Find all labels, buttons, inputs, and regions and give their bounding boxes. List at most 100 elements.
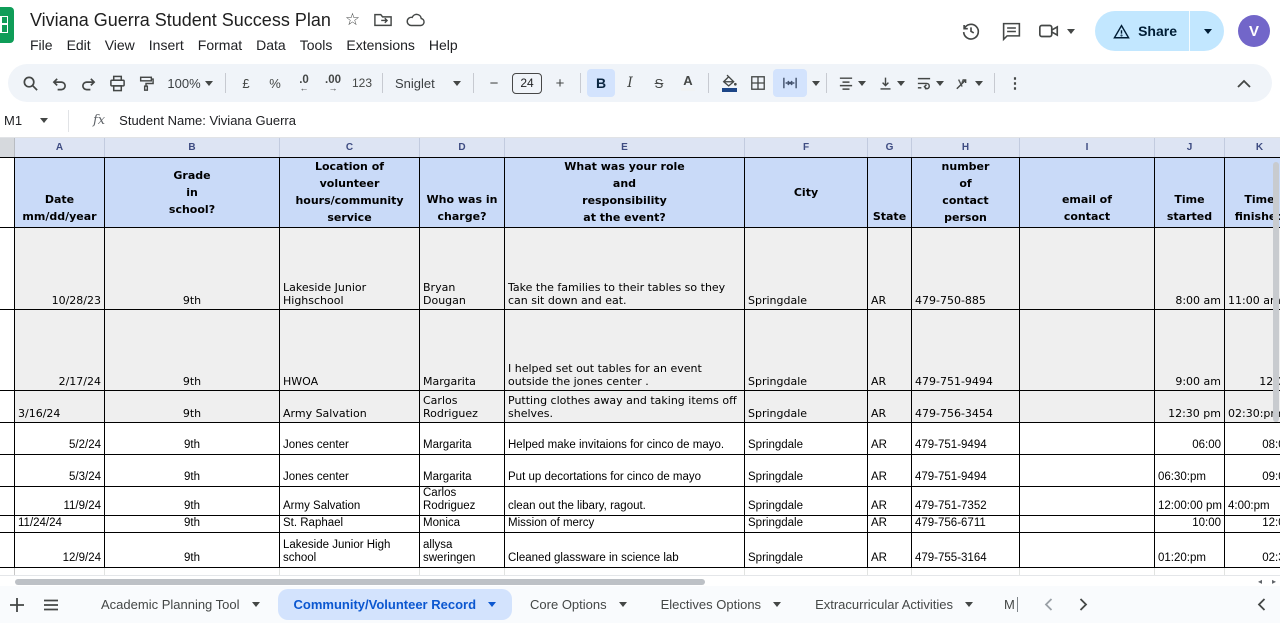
menu-tools[interactable]: Tools xyxy=(293,35,340,55)
cell-G9[interactable]: AR xyxy=(868,533,912,567)
cell-H9[interactable]: 479-755-3164 xyxy=(912,533,1020,567)
cell-C9[interactable]: Lakeside Junior High school xyxy=(280,533,420,567)
cell-I9[interactable] xyxy=(1020,533,1155,567)
sheet-tab-electives-options[interactable]: Electives Options xyxy=(645,589,797,620)
header-cell-E[interactable]: What was your role and responsibility at… xyxy=(505,158,745,227)
scroll-right-icon[interactable]: ▸ xyxy=(1272,577,1276,586)
cell-G4[interactable]: AR xyxy=(868,391,912,422)
menu-extensions[interactable]: Extensions xyxy=(339,35,421,55)
cell-E9[interactable]: Cleaned glassware in science lab xyxy=(505,533,745,567)
cell-K6[interactable]: 09:00 xyxy=(1225,455,1280,486)
share-menu-caret[interactable] xyxy=(1190,11,1224,51)
sheet-tab-caret-icon[interactable] xyxy=(619,602,627,607)
borders-button[interactable] xyxy=(744,69,772,97)
row-number[interactable] xyxy=(0,228,15,309)
document-title[interactable]: Viviana Guerra Student Success Plan xyxy=(30,8,331,32)
fill-color-button[interactable] xyxy=(715,69,743,97)
cell-C7[interactable]: Army Salvation xyxy=(280,487,420,515)
cell-A4[interactable]: 3/16/24 xyxy=(15,391,105,422)
cell-F5[interactable]: Springdale xyxy=(745,423,868,454)
cell-F8[interactable]: Springdale xyxy=(745,516,868,532)
row-number[interactable] xyxy=(0,391,15,422)
add-sheet-button[interactable] xyxy=(0,590,34,620)
font-size-input[interactable]: 24 xyxy=(512,73,542,94)
cell-H4[interactable]: 479-756-3454 xyxy=(912,391,1020,422)
cell-H5[interactable]: 479-751-9494 xyxy=(912,423,1020,454)
cell-K4[interactable]: 02:30:pm xyxy=(1225,391,1280,422)
cell-D8[interactable]: Monica xyxy=(420,516,505,532)
cell-A9[interactable]: 12/9/24 xyxy=(15,533,105,567)
search-icon[interactable] xyxy=(16,69,44,97)
star-icon[interactable]: ☆ xyxy=(345,10,360,30)
cell-E4[interactable]: Putting clothes away and taking items of… xyxy=(505,391,745,422)
sheet-tab-caret-icon[interactable] xyxy=(252,602,260,607)
cell-A3[interactable]: 2/17/24 xyxy=(15,310,105,390)
cell-H2[interactable]: 479-750-885 xyxy=(912,228,1020,309)
undo-icon[interactable] xyxy=(45,69,73,97)
strikethrough-button[interactable]: S xyxy=(645,69,673,97)
zoom-select[interactable]: 100% xyxy=(161,69,219,97)
header-cell-G[interactable]: State xyxy=(868,158,912,227)
redo-icon[interactable] xyxy=(74,69,102,97)
header-cell-J[interactable]: Time started xyxy=(1155,158,1225,227)
cell-I3[interactable] xyxy=(1020,310,1155,390)
cell-D3[interactable]: Margarita xyxy=(420,310,505,390)
column-header-C[interactable]: C xyxy=(280,138,420,157)
cell-K3[interactable]: 12:00 xyxy=(1225,310,1280,390)
sheet-tab-caret-icon[interactable] xyxy=(488,602,496,607)
header-cell-K[interactable]: Time finished xyxy=(1225,158,1280,227)
cell-F7[interactable]: Springdale xyxy=(745,487,868,515)
grid-corner[interactable] xyxy=(0,138,15,157)
cell-I4[interactable] xyxy=(1020,391,1155,422)
cell-K9[interactable]: 02:30 xyxy=(1225,533,1280,567)
percent-format-button[interactable]: % xyxy=(261,69,289,97)
cell-K2[interactable]: 11:00 am xyxy=(1225,228,1280,309)
cell-A7[interactable]: 11/9/24 xyxy=(15,487,105,515)
cell-C5[interactable]: Jones center xyxy=(280,423,420,454)
cell-E6[interactable]: Put up decortations for cinco de mayo xyxy=(505,455,745,486)
cell-C8[interactable]: St. Raphael xyxy=(280,516,420,532)
menu-data[interactable]: Data xyxy=(249,35,293,55)
row-number[interactable] xyxy=(0,516,15,532)
cell-F6[interactable]: Springdale xyxy=(745,455,868,486)
column-header-G[interactable]: G xyxy=(868,138,912,157)
cell-G5[interactable]: AR xyxy=(868,423,912,454)
cell-B8[interactable]: 9th xyxy=(105,516,280,532)
more-toolbar-button[interactable]: ⋮ xyxy=(1001,69,1029,97)
increase-decimal-button[interactable]: .00→ xyxy=(319,69,347,97)
column-header-F[interactable]: F xyxy=(745,138,868,157)
cell-E7[interactable]: clean out the libary, ragout. xyxy=(505,487,745,515)
cell-H6[interactable]: 479-751-9494 xyxy=(912,455,1020,486)
sheet-tab-core-options[interactable]: Core Options xyxy=(514,589,643,620)
cell-J5[interactable]: 06:00 xyxy=(1155,423,1225,454)
header-cell-B[interactable]: Grade in school? xyxy=(105,158,280,227)
column-header-I[interactable]: I xyxy=(1020,138,1155,157)
cell-B7[interactable]: 9th xyxy=(105,487,280,515)
vertical-align-button[interactable] xyxy=(872,69,910,97)
formula-input[interactable]: Student Name: Viviana Guerra xyxy=(119,113,296,128)
decrease-decimal-button[interactable]: .0← xyxy=(290,69,318,97)
cell-G8[interactable]: AR xyxy=(868,516,912,532)
horizontal-align-button[interactable] xyxy=(833,69,871,97)
cell-C4[interactable]: Army Salvation xyxy=(280,391,420,422)
cell-G7[interactable]: AR xyxy=(868,487,912,515)
more-formats-button[interactable]: 123 xyxy=(348,69,376,97)
cell-F3[interactable]: Springdale xyxy=(745,310,868,390)
text-rotation-button[interactable] xyxy=(950,69,988,97)
cell-D2[interactable]: Bryan Dougan xyxy=(420,228,505,309)
cell-J7[interactable]: 12:00:00 pm xyxy=(1155,487,1225,515)
cell-H8[interactable]: 479-756-6711 xyxy=(912,516,1020,532)
cell-A5[interactable]: 5/2/24 xyxy=(15,423,105,454)
cell-H7[interactable]: 479-751-7352 xyxy=(912,487,1020,515)
merge-caret-icon[interactable] xyxy=(812,81,820,86)
column-header-K[interactable]: K xyxy=(1225,138,1280,157)
cell-G2[interactable]: AR xyxy=(868,228,912,309)
cell-B6[interactable]: 9th xyxy=(105,455,280,486)
paint-format-icon[interactable] xyxy=(132,69,160,97)
hscroll-thumb[interactable] xyxy=(15,579,705,585)
comments-icon[interactable] xyxy=(998,18,1024,44)
cell-K5[interactable]: 08:00 xyxy=(1225,423,1280,454)
cell-J4[interactable]: 12:30 pm xyxy=(1155,391,1225,422)
cell-B4[interactable]: 9th xyxy=(105,391,280,422)
sheet-tab-extracurricular-activities[interactable]: Extracurricular Activities xyxy=(799,589,989,620)
